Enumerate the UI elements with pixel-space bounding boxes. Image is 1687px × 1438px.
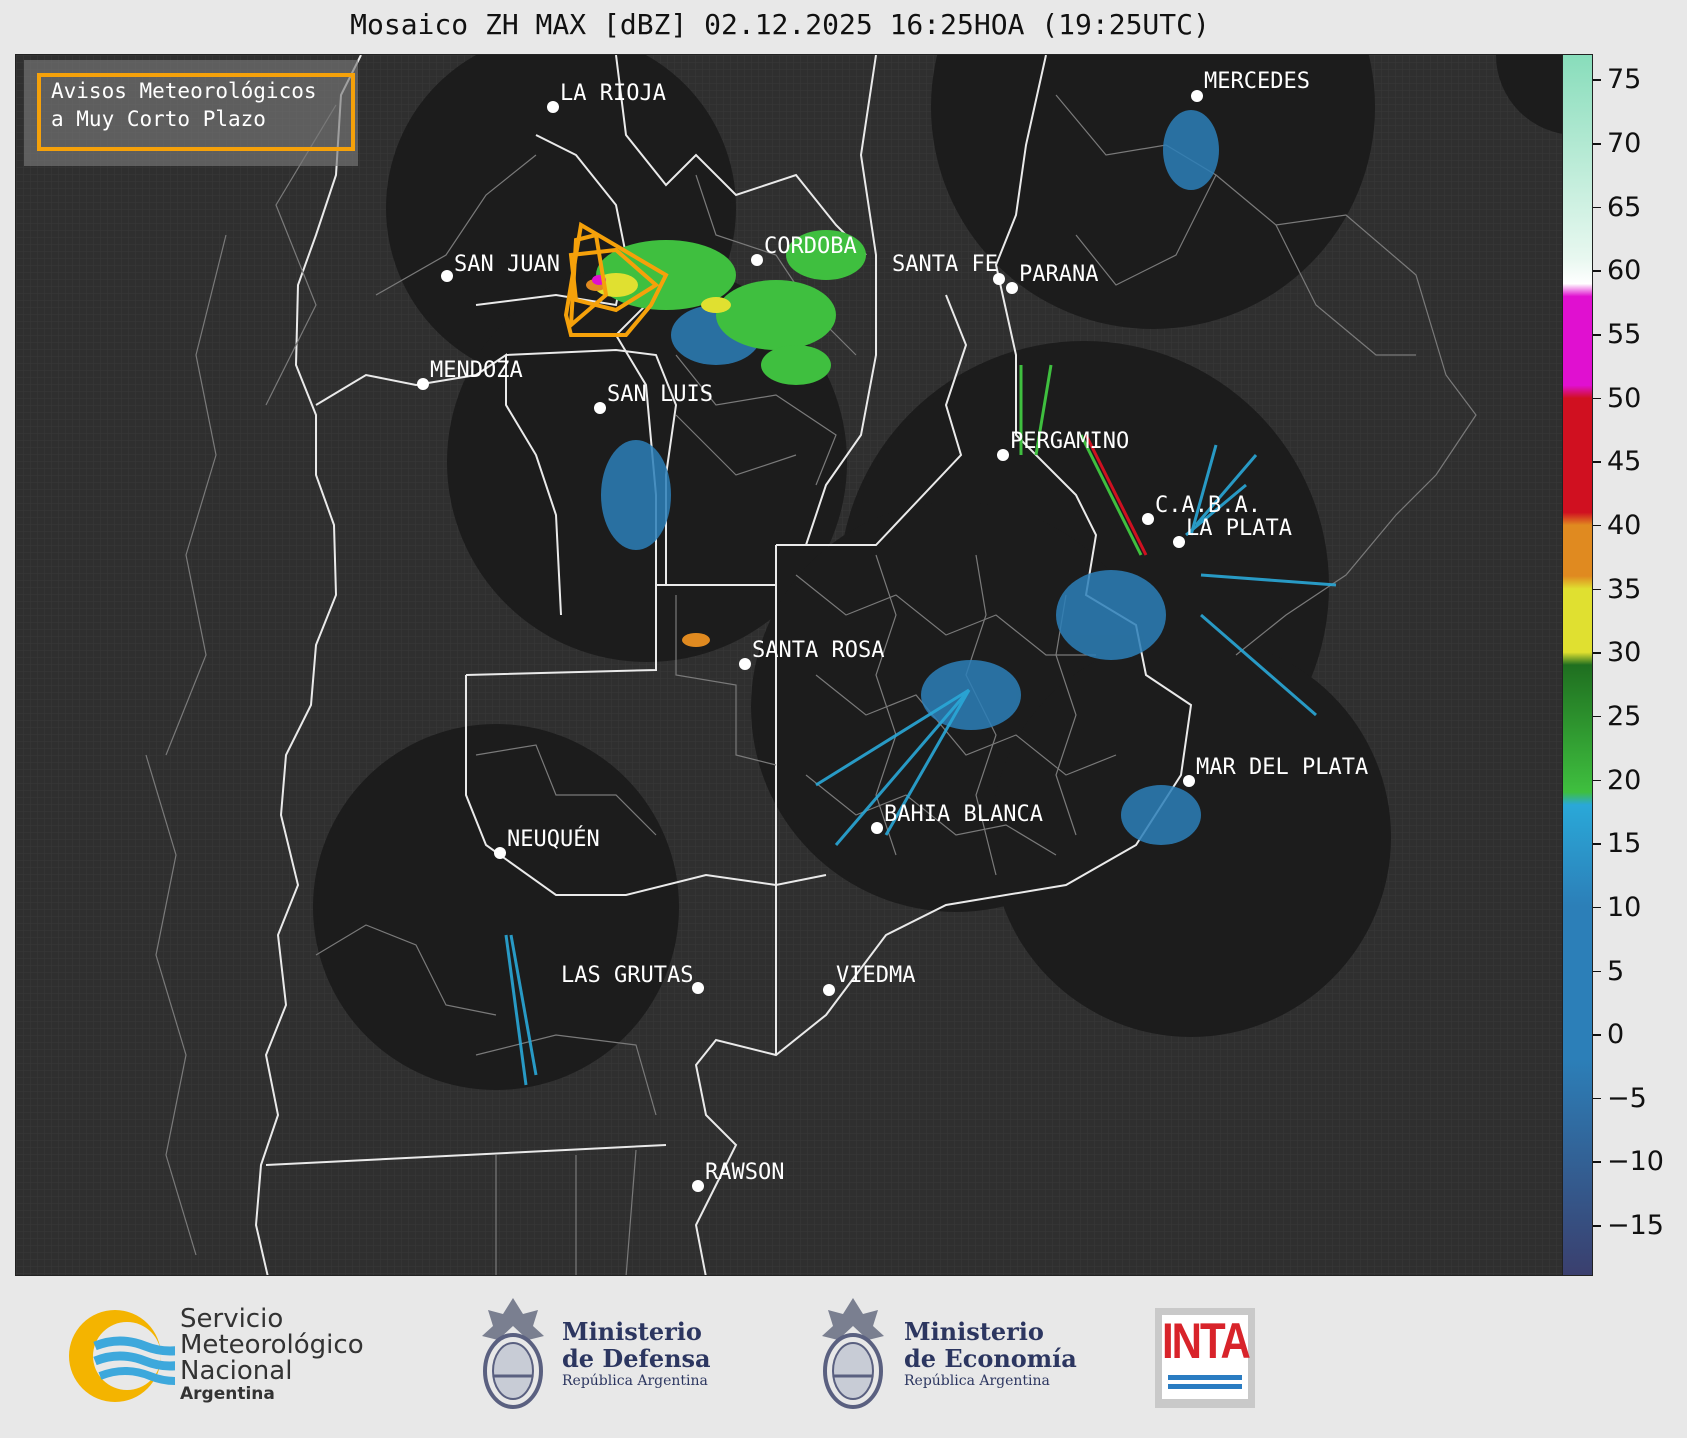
warning-legend-line2: a Muy Corto Plazo [51, 107, 266, 131]
colorbar-tick-label: 20 [1607, 764, 1642, 796]
defensa-line2: de Defensa [562, 1344, 711, 1373]
footer-logos: Servicio Meteorológico Nacional Argentin… [0, 1276, 1687, 1438]
colorbar-tick-label: −10 [1607, 1146, 1664, 1178]
city-marker [692, 982, 704, 994]
colorbar-tick-label: 70 [1607, 128, 1642, 160]
colorbar-tick-label: 75 [1607, 64, 1642, 96]
economia-line2: de Economía [904, 1344, 1077, 1373]
city-marker [417, 378, 429, 390]
city-marker [751, 254, 763, 266]
city-label: SAN LUIS [607, 382, 713, 407]
smn-logo: Servicio Meteorológico Nacional Argentin… [65, 1306, 385, 1406]
city-label: CORDOBA [764, 234, 857, 259]
smn-line3: Nacional [180, 1356, 293, 1386]
warning-legend: Avisos Meteorológicos a Muy Corto Plazo [24, 60, 358, 166]
colorbar [1562, 54, 1593, 1276]
warning-legend-line1: Avisos Meteorológicos [51, 79, 317, 103]
colorbar-tick-label: −15 [1607, 1210, 1664, 1242]
defensa-line3: República Argentina [562, 1373, 708, 1389]
defensa-logo: Ministerio de Defensa República Argentin… [478, 1296, 738, 1416]
colorbar-tick-label: 30 [1607, 637, 1642, 669]
colorbar-tick-label: 15 [1607, 828, 1642, 860]
colorbar-tick-label: 45 [1607, 446, 1642, 478]
warning-legend-box: Avisos Meteorológicos a Muy Corto Plazo [37, 73, 355, 151]
colorbar-tick-label: 35 [1607, 573, 1642, 605]
city-marker [441, 270, 453, 282]
colorbar-tick-label: 0 [1607, 1019, 1625, 1051]
city-label: PERGAMINO [1010, 429, 1129, 454]
city-marker [594, 402, 606, 414]
city-marker [871, 822, 883, 834]
city-label: NEUQUÉN [507, 826, 600, 852]
colorbar-tick-label: 5 [1607, 955, 1625, 987]
city-label: LAS GRUTAS [561, 963, 693, 988]
colorbar-tick-label: 25 [1607, 700, 1642, 732]
city-label: SANTA ROSA [752, 638, 884, 663]
defensa-line1: Ministerio [562, 1317, 702, 1346]
map-title: Mosaico ZH MAX [dBZ] 02.12.2025 16:25HOA… [350, 8, 1210, 41]
colorbar-tick-label: −5 [1607, 1082, 1647, 1114]
economia-logo: Ministerio de Economía República Argenti… [818, 1296, 1088, 1416]
city-marker [547, 101, 559, 113]
city-label: LA PLATA [1186, 516, 1292, 541]
smn-line4: Argentina [180, 1384, 275, 1404]
city-marker [1183, 775, 1195, 787]
city-marker [1173, 536, 1185, 548]
city-marker [692, 1180, 704, 1192]
argentina-shield-icon [822, 1298, 884, 1409]
radar-map-canvas: LA RIOJA MERCEDES SAN JUAN CORDOBA SANTA FE P… [16, 55, 1562, 1275]
city-label: SANTA FE [892, 252, 998, 277]
colorbar-tick-label: 40 [1607, 509, 1642, 541]
city-marker [1191, 90, 1203, 102]
argentina-shield-icon [482, 1298, 544, 1409]
colorbar-tick-label: 50 [1607, 382, 1642, 414]
city-label: MAR DEL PLATA [1196, 755, 1368, 780]
city-label: C.A.B.A. [1155, 493, 1261, 518]
smn-line2: Meteorológico [180, 1330, 364, 1360]
city-marker [997, 449, 1009, 461]
colorbar-tick-label: 10 [1607, 891, 1642, 923]
city-marker [739, 658, 751, 670]
inta-text: INTA [1162, 1312, 1251, 1369]
radar-map[interactable]: LA RIOJA MERCEDES SAN JUAN CORDOBA SANTA FE P… [15, 54, 1563, 1276]
city-marker [823, 984, 835, 996]
economia-line1: Ministerio [904, 1317, 1044, 1346]
radar-circle-neuquen [313, 724, 679, 1090]
city-marker [1142, 513, 1154, 525]
city-label: LA RIOJA [560, 81, 666, 106]
economia-line3: República Argentina [904, 1373, 1050, 1389]
city-label: VIEDMA [836, 963, 915, 988]
colorbar-tick-label: 60 [1607, 255, 1642, 287]
city-label: MERCEDES [1204, 69, 1310, 94]
colorbar-tick-label: 55 [1607, 319, 1642, 351]
smn-emblem-icon [69, 1310, 175, 1402]
radar-circle-mardelplata [991, 637, 1391, 1037]
smn-line1: Servicio [180, 1304, 284, 1334]
city-label: SAN JUAN [454, 252, 560, 277]
city-label: MENDOZA [430, 358, 523, 383]
colorbar-tick-label: 65 [1607, 191, 1642, 223]
inta-logo: INTA [1155, 1308, 1255, 1408]
city-label: BAHIA BLANCA [884, 802, 1043, 827]
city-marker [494, 847, 506, 859]
city-label: PARANA [1019, 262, 1098, 287]
city-marker [1006, 282, 1018, 294]
city-label: RAWSON [705, 1160, 784, 1185]
